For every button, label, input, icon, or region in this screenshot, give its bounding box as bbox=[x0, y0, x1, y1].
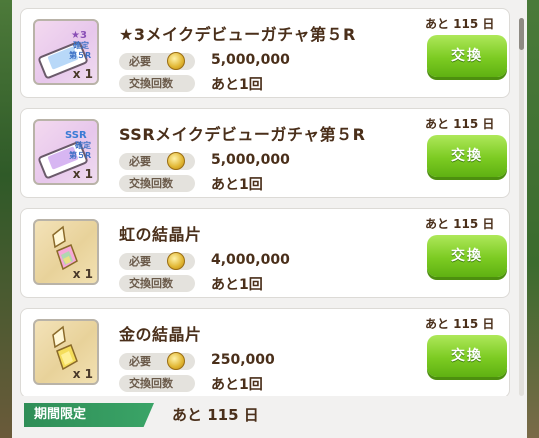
thumb-label: SSR bbox=[65, 130, 87, 141]
exchange-item-card: SSR 確定 第５R x 1 SSRメイクデビューガチャ第５R 必要 5,000… bbox=[20, 108, 510, 198]
exchange-count-value: あと1回 bbox=[211, 177, 263, 193]
item-thumbnail: SSR 確定 第５R x 1 bbox=[33, 119, 99, 185]
exchange-count-label: 交換回数 bbox=[119, 375, 195, 392]
required-value: 5,000,000 bbox=[211, 152, 290, 168]
exchange-button[interactable]: 交換 bbox=[427, 235, 507, 277]
required-value: 250,000 bbox=[211, 352, 275, 368]
exchange-count-value: あと1回 bbox=[211, 277, 263, 293]
coin-icon bbox=[167, 52, 185, 70]
scrollbar-track[interactable] bbox=[519, 18, 524, 396]
item-name: SSRメイクデビューガチャ第５R bbox=[119, 125, 366, 144]
exchange-item-card: x 1 金の結晶片 必要 250,000 交換回数 あと1回 あと 115 日 … bbox=[20, 308, 510, 398]
remaining-days: あと 115 日 bbox=[425, 217, 495, 231]
remaining-days: あと 115 日 bbox=[425, 317, 495, 331]
exchange-button[interactable]: 交換 bbox=[427, 35, 507, 77]
thumb-label: 第５R bbox=[69, 50, 91, 60]
exchange-count-label: 交換回数 bbox=[119, 175, 195, 192]
exchange-count-value: あと1回 bbox=[211, 377, 263, 393]
thumb-label: 第５R bbox=[69, 150, 91, 160]
coin-icon bbox=[167, 352, 185, 370]
exchange-panel: ★3 確定 第５R x 1 ★3メイクデビューガチャ第５R 必要 5,000,0… bbox=[12, 0, 527, 438]
footer-bar: 期間限定 あと 115 日 bbox=[12, 396, 527, 438]
required-value: 5,000,000 bbox=[211, 52, 290, 68]
exchange-item-card: ★3 確定 第５R x 1 ★3メイクデビューガチャ第５R 必要 5,000,0… bbox=[20, 8, 510, 98]
item-name: 虹の結晶片 bbox=[119, 225, 202, 244]
thumb-label: ★3 bbox=[71, 30, 87, 41]
exchange-item-card: x 1 虹の結晶片 必要 4,000,000 交換回数 あと1回 あと 115 … bbox=[20, 208, 510, 298]
exchange-count-value: あと1回 bbox=[211, 77, 263, 93]
exchange-count-label: 交換回数 bbox=[119, 75, 195, 92]
exchange-count-label: 交換回数 bbox=[119, 275, 195, 292]
item-quantity: x 1 bbox=[72, 67, 93, 81]
thumb-label: 確定 bbox=[73, 40, 89, 50]
thumb-label: 確定 bbox=[75, 140, 91, 150]
limited-time-badge: 期間限定 bbox=[24, 403, 154, 427]
scrollbar-thumb[interactable] bbox=[519, 18, 524, 50]
remaining-days: あと 115 日 bbox=[425, 17, 495, 31]
remaining-days: あと 115 日 bbox=[425, 117, 495, 131]
item-thumbnail: ★3 確定 第５R x 1 bbox=[33, 19, 99, 85]
footer-remaining-days: あと 115 日 bbox=[172, 406, 259, 424]
item-thumbnail: x 1 bbox=[33, 319, 99, 385]
exchange-button[interactable]: 交換 bbox=[427, 335, 507, 377]
background-right bbox=[525, 0, 539, 438]
item-quantity: x 1 bbox=[72, 367, 93, 381]
item-name: 金の結晶片 bbox=[119, 325, 202, 344]
item-quantity: x 1 bbox=[72, 167, 93, 181]
coin-icon bbox=[167, 152, 185, 170]
required-value: 4,000,000 bbox=[211, 252, 290, 268]
item-quantity: x 1 bbox=[72, 267, 93, 281]
coin-icon bbox=[167, 252, 185, 270]
item-thumbnail: x 1 bbox=[33, 219, 99, 285]
exchange-button[interactable]: 交換 bbox=[427, 135, 507, 177]
item-name: ★3メイクデビューガチャ第５R bbox=[119, 25, 356, 44]
